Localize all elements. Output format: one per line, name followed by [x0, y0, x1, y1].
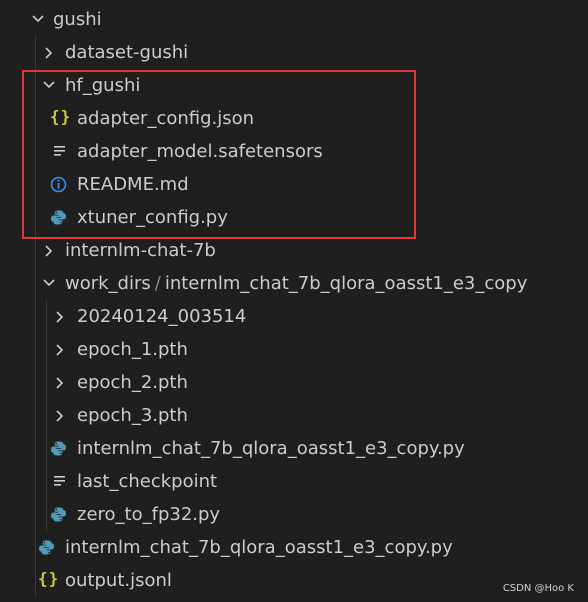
indent-guide: [35, 168, 36, 201]
indent-guide: [46, 366, 47, 399]
json-braces-icon: {}: [38, 569, 60, 588]
tree-file-internlm-chat-7b-qlora-copy-py[interactable]: internlm_chat_7b_qlora_oasst1_e3_copy.py: [0, 432, 588, 465]
indent-guide: [46, 399, 47, 432]
tree-item-label: internlm-chat-7b: [65, 240, 216, 261]
indent-guide: [35, 465, 36, 498]
tree-item-label: dataset-gushi: [65, 42, 189, 63]
tree-item-label: epoch_1.pth: [77, 339, 188, 360]
tree-item-label: README.md: [77, 174, 189, 195]
chevron-right-icon: [52, 366, 68, 399]
tree-item-label: output.jsonl: [65, 570, 172, 591]
tree-item-label: work_dirs / internlm_chat_7b_qlora_oasst1_…: [65, 267, 527, 300]
tree-item-label: epoch_3.pth: [77, 405, 188, 426]
tree-folder-epoch-3-pth[interactable]: epoch_3.pth: [0, 399, 588, 432]
indent-guide: [46, 300, 47, 333]
tree-item-label: epoch_2.pth: [77, 372, 188, 393]
indent-guide: [35, 564, 36, 597]
indent-guide: [35, 498, 36, 531]
tree-folder-hf-gushi[interactable]: hf_gushi: [0, 69, 588, 102]
tree-file-output-jsonl[interactable]: {} output.jsonl: [0, 564, 588, 597]
tree-item-label: adapter_model.safetensors: [77, 141, 323, 162]
indent-guide: [35, 135, 36, 168]
indent-guide: [35, 531, 36, 564]
file-explorer: gushi dataset-gushi hf_gushi {} adapter_…: [0, 0, 588, 602]
indent-guide: [46, 432, 47, 465]
tree-file-internlm-chat-7b-qlora-copy-py-root[interactable]: internlm_chat_7b_qlora_oasst1_e3_copy.py: [0, 531, 588, 564]
tree-folder-work-dirs[interactable]: work_dirs / internlm_chat_7b_qlora_oasst1_…: [0, 267, 588, 300]
tree-file-zero-to-fp32-py[interactable]: zero_to_fp32.py: [0, 498, 588, 531]
indent-guide: [46, 498, 47, 531]
indent-guide: [35, 300, 36, 333]
path-segment: work_dirs: [65, 273, 151, 294]
indent-guide: [46, 465, 47, 498]
chevron-down-icon: [40, 69, 56, 102]
indent-guide: [35, 69, 36, 102]
chevron-right-icon: [52, 333, 68, 366]
tree-item-label: zero_to_fp32.py: [77, 504, 221, 525]
tree-item-label: xtuner_config.py: [77, 207, 228, 228]
text-lines-icon: [53, 465, 71, 498]
indent-guide: [35, 399, 36, 432]
tree-folder-epoch-1-pth[interactable]: epoch_1.pth: [0, 333, 588, 366]
tree-folder-internlm-chat-7b[interactable]: internlm-chat-7b: [0, 234, 588, 267]
text-lines-icon: [53, 135, 71, 168]
info-icon: [50, 168, 68, 201]
tree-file-readme-md[interactable]: README.md: [0, 168, 588, 201]
tree-item-label: internlm_chat_7b_qlora_oasst1_e3_copy.py: [65, 537, 453, 558]
path-segment: internlm_chat_7b_qlora_oasst1_e3_copy: [164, 273, 528, 294]
indent-guide: [35, 234, 36, 267]
python-icon: [50, 201, 68, 234]
chevron-right-icon: [41, 234, 57, 267]
tree-item-label: 20240124_003514: [77, 306, 247, 327]
chevron-down-icon: [40, 267, 56, 300]
tree-item-label: last_checkpoint: [77, 471, 218, 492]
tree-file-xtuner-config-py[interactable]: xtuner_config.py: [0, 201, 588, 234]
tree-item-label: hf_gushi: [65, 75, 141, 96]
indent-guide: [35, 267, 36, 300]
watermark: CSDN @Hoo K: [502, 583, 574, 594]
indent-guide: [35, 333, 36, 366]
indent-guide: [35, 102, 36, 135]
tree-item-label: gushi: [53, 9, 102, 30]
tree-folder-gushi[interactable]: gushi: [0, 3, 588, 36]
chevron-right-icon: [41, 36, 57, 69]
tree-file-last-checkpoint[interactable]: last_checkpoint: [0, 465, 588, 498]
path-separator: /: [154, 273, 161, 294]
indent-guide: [35, 366, 36, 399]
tree-folder-20240124-003514[interactable]: 20240124_003514: [0, 300, 588, 333]
python-icon: [50, 498, 68, 531]
tree-file-adapter-config-json[interactable]: {} adapter_config.json: [0, 102, 588, 135]
indent-guide: [46, 333, 47, 366]
tree-item-label: internlm_chat_7b_qlora_oasst1_e3_copy.py: [77, 438, 465, 459]
json-braces-icon: {}: [50, 107, 72, 126]
python-icon: [50, 432, 68, 465]
indent-guide: [35, 36, 36, 69]
chevron-down-icon: [29, 3, 45, 36]
chevron-right-icon: [52, 300, 68, 333]
indent-guide: [35, 432, 36, 465]
tree-folder-epoch-2-pth[interactable]: epoch_2.pth: [0, 366, 588, 399]
chevron-right-icon: [52, 399, 68, 432]
python-icon: [38, 531, 56, 564]
tree-folder-dataset-gushi[interactable]: dataset-gushi: [0, 36, 588, 69]
tree-file-adapter-model-safetensors[interactable]: adapter_model.safetensors: [0, 135, 588, 168]
indent-guide: [35, 201, 36, 234]
tree-item-label: adapter_config.json: [77, 108, 255, 129]
